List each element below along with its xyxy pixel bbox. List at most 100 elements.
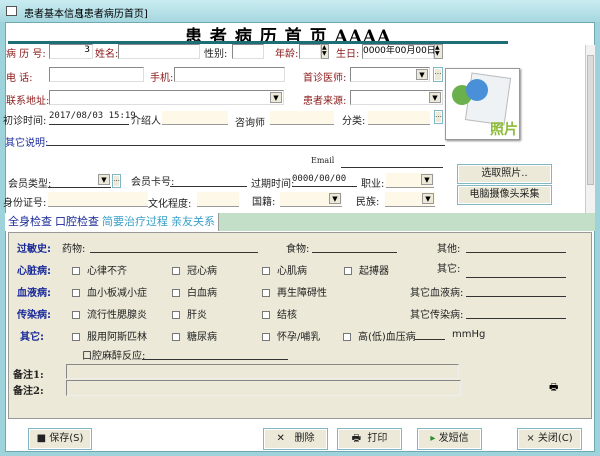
heart-option[interactable]: 心肌病 xyxy=(262,262,307,277)
save-button[interactable]: ■ 保存(S) xyxy=(28,428,92,450)
anesthesia-label: 口腔麻醉反应: xyxy=(82,351,146,362)
expiry-field[interactable]: 0000/00/00 xyxy=(292,174,346,184)
printer-icon: 🖶 xyxy=(351,433,368,444)
app-icon xyxy=(6,6,17,16)
education-field[interactable] xyxy=(197,192,239,207)
first-visit-underline xyxy=(49,124,129,125)
chevron-down-icon[interactable]: ▼ xyxy=(270,92,282,103)
job-select[interactable]: ▼ xyxy=(386,173,434,188)
age-field[interactable] xyxy=(299,44,321,59)
delete-button[interactable]: ✕ 删除 xyxy=(263,428,328,450)
blood-option[interactable]: 血小板减小症 xyxy=(72,284,147,299)
source-select[interactable]: ▼ xyxy=(350,90,443,105)
heart-option[interactable]: 心律不齐 xyxy=(72,262,127,277)
misc-option[interactable]: 糖尿病 xyxy=(172,328,217,343)
remark2-field[interactable] xyxy=(66,380,461,396)
birthday-label: 生日: xyxy=(336,49,360,60)
name-field[interactable] xyxy=(118,44,200,59)
heart-other-field[interactable] xyxy=(466,277,566,278)
expiry-label: 过期时间: xyxy=(251,179,295,190)
consultant-field[interactable] xyxy=(270,111,334,125)
remark1-label: 备注1: xyxy=(13,370,44,381)
phone-label: 电 话: xyxy=(6,73,33,84)
doctor-lookup-button[interactable]: … xyxy=(433,67,443,82)
photo-frame[interactable]: 照片 xyxy=(445,68,520,140)
name-label: 姓名: xyxy=(95,49,119,60)
close-button[interactable]: × 关闭(C) xyxy=(517,428,582,450)
chevron-down-icon[interactable]: ▼ xyxy=(329,193,341,204)
heart-label: 心脏病: xyxy=(17,266,51,277)
address-label: 联系地址: xyxy=(6,96,50,107)
printer-icon[interactable]: 🖶 xyxy=(549,380,558,397)
print-button[interactable]: 🖶 打印 xyxy=(337,428,402,450)
ethnicity-select[interactable]: ▼ xyxy=(385,192,435,207)
send-sms-button[interactable]: ▸ 发短信 xyxy=(417,428,482,450)
misc-option[interactable]: 怀孕/哺乳 xyxy=(262,328,320,343)
window-title: 患者基本信息 xyxy=(24,9,84,20)
tab-relations[interactable]: 亲友关系 xyxy=(168,213,219,231)
allergy-other-field[interactable] xyxy=(466,252,566,253)
infect-option[interactable]: 流行性腮腺炎 xyxy=(72,306,147,321)
title-bar: 患者基本信息 [患者病历首页] xyxy=(0,0,600,22)
infect-other-field[interactable] xyxy=(466,318,566,319)
infect-option[interactable]: 肝炎 xyxy=(172,306,207,321)
referrer-field[interactable] xyxy=(162,111,228,125)
record-no-field[interactable]: 3 xyxy=(49,44,93,59)
nationality-select[interactable]: ▼ xyxy=(280,192,342,207)
mobile-field[interactable] xyxy=(174,67,285,82)
misc-option[interactable]: 服用阿斯匹林 xyxy=(72,328,147,343)
age-spinner[interactable]: ▲ ▼ xyxy=(321,44,329,59)
remark1-field[interactable] xyxy=(66,364,459,379)
heart-option[interactable]: 冠心病 xyxy=(172,262,217,277)
window-subtitle: [患者病历首页] xyxy=(80,9,148,20)
email-field[interactable] xyxy=(341,167,443,168)
address-select[interactable]: ▼ xyxy=(49,90,284,105)
chevron-down-icon[interactable]: ▼ xyxy=(421,174,433,185)
heart-option[interactable]: 起搏器 xyxy=(344,262,389,277)
infect-option[interactable]: 结核 xyxy=(262,306,297,321)
drug-field[interactable] xyxy=(90,252,258,253)
category-field[interactable] xyxy=(368,111,430,125)
blood-option[interactable]: 再生障碍性 xyxy=(262,284,327,299)
ethnicity-label: 民族: xyxy=(356,197,380,208)
camera-capture-button[interactable]: 电脑摄像头采集 xyxy=(457,185,552,205)
chevron-down-icon[interactable]: ▼ xyxy=(416,69,428,80)
blood-option[interactable]: 白血病 xyxy=(172,284,217,299)
chevron-down-icon[interactable]: ▼ xyxy=(422,193,434,204)
select-photo-button[interactable]: 选取照片.. xyxy=(457,164,552,184)
member-type-select[interactable]: ▼ xyxy=(48,173,111,188)
scrollbar-thumb[interactable] xyxy=(587,55,594,185)
category-lookup-button[interactable]: … xyxy=(434,110,443,124)
tab-treatment[interactable]: 简要治疗过程 xyxy=(99,213,172,231)
record-no-label: 病 历 号: xyxy=(6,49,46,60)
phone-field[interactable] xyxy=(49,67,144,82)
gender-label: 性别: xyxy=(204,49,228,60)
expiry-underline xyxy=(292,186,357,187)
id-field[interactable] xyxy=(48,192,148,207)
food-field[interactable] xyxy=(312,252,397,253)
misc-label: 其它: xyxy=(20,332,44,343)
member-card-field[interactable] xyxy=(170,186,247,187)
birthday-field[interactable]: 0000年00月00日 xyxy=(362,44,436,59)
mobile-label: 手机: xyxy=(150,73,174,84)
tab-general-exam[interactable]: 全身检查 xyxy=(5,213,56,231)
play-icon: ▸ xyxy=(430,433,439,444)
first-visit-field[interactable]: 2017/08/03 15:19 xyxy=(49,111,136,121)
vertical-scrollbar[interactable] xyxy=(585,45,595,215)
misc-option[interactable]: 高(低)血压病 xyxy=(343,328,416,343)
chevron-down-icon[interactable]: ▼ xyxy=(98,174,110,185)
blood-pressure-field[interactable] xyxy=(415,339,445,340)
birthday-spinner[interactable]: ▲ ▼ xyxy=(434,44,443,59)
chevron-down-icon[interactable]: ▼ xyxy=(429,92,441,103)
anesthesia-field[interactable] xyxy=(142,359,288,360)
tab-oral-exam[interactable]: 口腔检查 xyxy=(52,213,103,231)
gender-field[interactable] xyxy=(232,44,264,59)
blood-other-field[interactable] xyxy=(466,296,566,297)
id-label: 身份证号: xyxy=(3,198,47,209)
email-label: Email xyxy=(311,156,335,165)
member-type-lookup-button[interactable]: … xyxy=(112,174,121,188)
doctor-select[interactable]: ▼ xyxy=(350,67,430,82)
source-label: 患者来源: xyxy=(303,96,347,107)
category-label: 分类: xyxy=(342,116,366,127)
notes-field[interactable] xyxy=(47,145,445,146)
